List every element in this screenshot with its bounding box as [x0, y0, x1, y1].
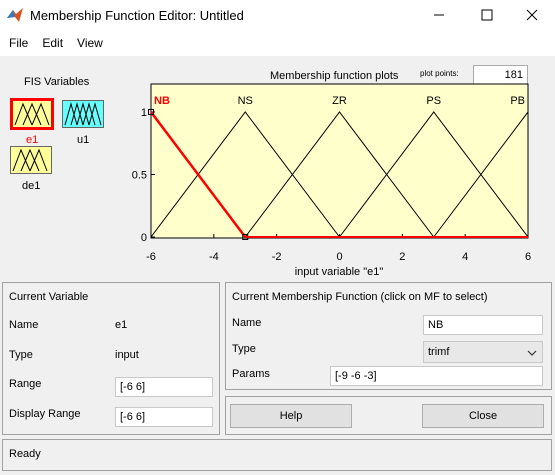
y-tick-label: 1	[141, 107, 147, 119]
membership-function-plot[interactable]: 0 0.5 1 -6 -4 -2 0 2 4 6 NB NS ZR PS PB input variabl…	[0, 56, 555, 278]
mf-label-ns: NS	[238, 95, 253, 107]
mf-type-select[interactable]: trimf	[423, 341, 543, 363]
cv-display-range-label: Display Range	[9, 408, 81, 420]
current-variable-panel: Current Variable Name e1 Type input Rang…	[2, 282, 220, 435]
mf-name-label: Name	[232, 317, 262, 329]
x-tick-label: 4	[462, 251, 468, 263]
mf-label-zr: ZR	[332, 95, 347, 107]
buttons-panel: Help Close	[225, 396, 552, 435]
y-tick-label: 0.5	[132, 170, 147, 182]
cv-name-label: Name	[9, 319, 39, 331]
maximize-button[interactable]	[464, 0, 510, 30]
minimize-icon	[434, 14, 444, 16]
cv-range-label: Range	[9, 378, 42, 390]
mf-params-label: Params	[232, 368, 270, 380]
status-bar: Ready	[2, 439, 552, 471]
menu-file[interactable]: File	[2, 36, 35, 50]
cv-type-label: Type	[9, 349, 33, 361]
current-mf-panel: Current Membership Function (click on MF…	[225, 282, 552, 390]
help-button[interactable]: Help	[230, 404, 352, 428]
cv-name-value: e1	[115, 319, 128, 331]
top-area: FIS Variables e1 u1 de1 Membership funct…	[0, 56, 555, 278]
range-input[interactable]: [-6 6]	[115, 377, 213, 397]
matlab-app-icon	[7, 8, 23, 22]
close-button[interactable]: Close	[422, 404, 544, 428]
minimize-button[interactable]	[416, 0, 462, 30]
current-variable-heading: Current Variable	[9, 291, 89, 303]
x-axis-label: input variable "e1"	[295, 266, 384, 278]
mf-type-value: trimf	[428, 346, 450, 358]
mf-label-nb: NB	[154, 95, 170, 107]
chevron-down-icon	[527, 350, 537, 356]
x-tick-label: -4	[209, 251, 219, 263]
menu-bar: File Edit View	[0, 30, 555, 56]
title-bar: Membership Function Editor: Untitled	[0, 0, 555, 30]
cv-type-value: input	[115, 349, 139, 361]
menu-edit[interactable]: Edit	[35, 36, 70, 50]
x-tick-label: -6	[146, 251, 156, 263]
x-tick-label: -2	[272, 251, 282, 263]
close-window-button[interactable]	[509, 0, 555, 30]
mf-label-pb: PB	[510, 95, 525, 107]
mf-label-ps: PS	[426, 95, 441, 107]
current-mf-heading: Current Membership Function (click on MF…	[232, 291, 488, 303]
mf-name-input[interactable]: NB	[423, 315, 543, 335]
menu-view[interactable]: View	[70, 36, 110, 50]
x-tick-label: 0	[336, 251, 342, 263]
status-text: Ready	[9, 448, 41, 460]
mf-type-label: Type	[232, 343, 256, 355]
display-range-input[interactable]: [-6 6]	[115, 407, 213, 427]
close-icon	[526, 9, 538, 21]
maximize-icon	[481, 9, 493, 21]
y-tick-label: 0	[141, 232, 147, 244]
mf-params-input[interactable]: [-9 -6 -3]	[330, 366, 543, 386]
plot-area[interactable]	[150, 83, 529, 239]
x-tick-label: 2	[399, 251, 405, 263]
x-tick-label: 6	[525, 251, 531, 263]
window-title: Membership Function Editor: Untitled	[30, 7, 244, 23]
